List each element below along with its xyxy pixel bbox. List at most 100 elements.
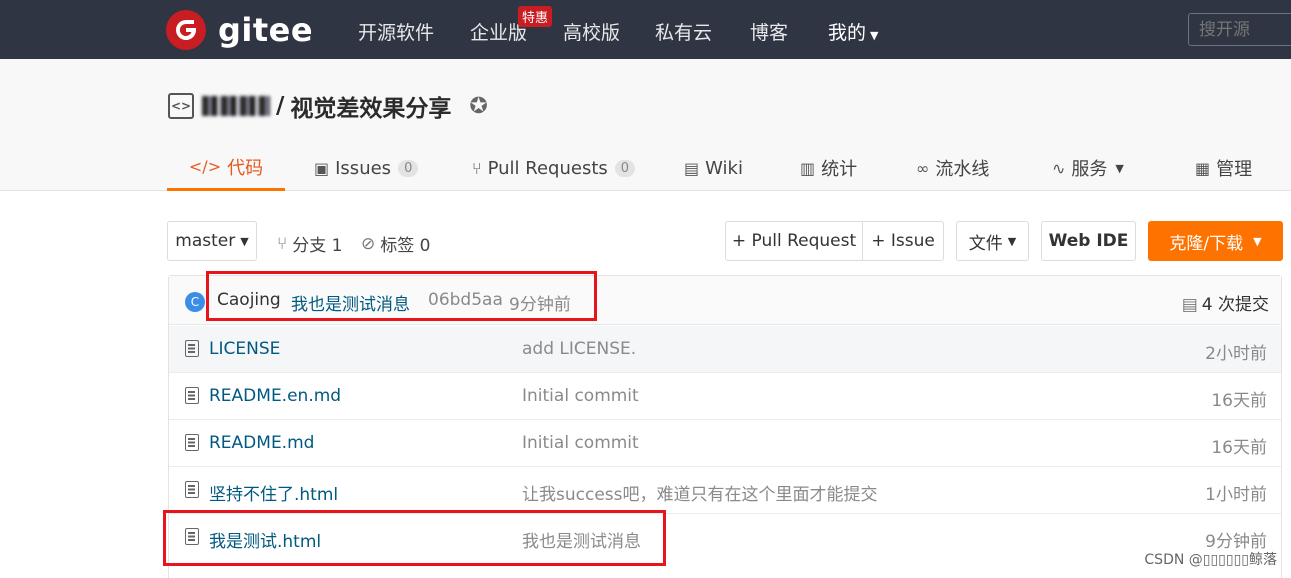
file-icon: [185, 340, 199, 357]
logo-text: gitee: [218, 11, 314, 49]
repo-header: <> / 视觉差效果分享 ✪ </> 代码 ▣ Issues 0 ⑂ Pull …: [0, 59, 1291, 191]
tags-link[interactable]: ⊘ 标签 0: [361, 231, 431, 257]
commit-hash[interactable]: 06bd5aa: [428, 290, 503, 310]
code-icon: </>: [188, 157, 222, 176]
file-commit-time: 1小时前: [1205, 485, 1267, 505]
commit-message[interactable]: 我也是测试消息: [291, 290, 410, 315]
tab-issues[interactable]: ▣ Issues 0: [314, 145, 419, 191]
file-name[interactable]: 坚持不住了.html: [209, 480, 338, 505]
file-menu-button[interactable]: 文件 ▼: [956, 221, 1029, 261]
repo-title: <> / 视觉差效果分享 ✪: [168, 89, 488, 123]
commit-author[interactable]: Caojing: [217, 290, 281, 310]
file-name[interactable]: LICENSE: [209, 339, 280, 359]
repo-name[interactable]: 视觉差效果分享: [290, 89, 451, 123]
chevron-down-icon: ▼: [240, 234, 249, 248]
clone-download-label: 克隆/下载: [1169, 233, 1244, 254]
nav-blog[interactable]: 博客: [750, 18, 788, 45]
file-commit-time: 16天前: [1211, 438, 1267, 458]
new-pull-request-button[interactable]: + Pull Request: [725, 221, 863, 261]
branch-select[interactable]: master ▼: [167, 221, 257, 261]
web-ide-button[interactable]: Web IDE: [1041, 221, 1136, 261]
tab-pipeline-label: 流水线: [935, 159, 990, 180]
file-name[interactable]: README.md: [209, 433, 314, 453]
promo-badge: 特惠: [518, 6, 553, 27]
file-name[interactable]: 我是测试.html: [209, 527, 321, 552]
branches-label: 分支 1: [292, 236, 343, 256]
gitee-logo[interactable]: gitee: [166, 10, 313, 50]
tab-manage[interactable]: ▦ 管理: [1195, 145, 1252, 191]
recommend-badge-icon[interactable]: ✪: [469, 94, 487, 119]
file-commit-message[interactable]: add LICENSE.: [522, 339, 636, 359]
file-icon: [185, 434, 199, 451]
chevron-down-icon: ▼: [870, 29, 879, 42]
new-issue-button[interactable]: + Issue: [862, 221, 944, 261]
commit-count-link[interactable]: ▤ 4 次提交: [1182, 290, 1269, 315]
file-commit-message[interactable]: 让我success吧，难道只有在这个里面才能提交: [522, 480, 878, 505]
nav-mine[interactable]: 我的 ▼: [828, 18, 878, 45]
commits-icon: ▤: [1181, 295, 1198, 315]
tab-pull-requests[interactable]: ⑂ Pull Requests 0: [472, 145, 636, 191]
file-icon: [185, 481, 199, 498]
pull-requests-count: 0: [614, 159, 636, 177]
nav-mine-label: 我的: [828, 22, 867, 44]
repo-separator: /: [276, 93, 285, 119]
owner-name-redacted[interactable]: [202, 96, 270, 116]
wiki-icon: ▤: [684, 158, 700, 178]
csdn-watermark: CSDN @▯▯▯▯▯▯鲸落: [1144, 552, 1277, 568]
branch-select-label: master: [175, 231, 236, 251]
top-navbar: gitee 开源软件 企业版 特惠 高校版 私有云 博客 我的 ▼: [0, 0, 1291, 59]
chevron-down-icon: ▼: [1115, 161, 1124, 175]
file-commit-message[interactable]: Initial commit: [522, 386, 639, 406]
service-icon: ∿: [1052, 158, 1066, 178]
branch-icon: ⑂: [277, 233, 288, 254]
avatar[interactable]: C: [185, 292, 205, 312]
commit-count: 4 次提交: [1201, 295, 1269, 315]
table-row[interactable]: README.en.md Initial commit 16天前: [169, 373, 1281, 420]
tag-icon: ⊘: [361, 233, 376, 254]
tab-pull-requests-label: Pull Requests: [487, 157, 608, 179]
tab-wiki-label: Wiki: [705, 157, 743, 179]
search-input[interactable]: [1188, 13, 1291, 46]
table-row[interactable]: README.md Initial commit 16天前: [169, 420, 1281, 467]
file-icon: [185, 387, 199, 404]
tab-wiki[interactable]: ▤ Wiki: [684, 145, 743, 191]
tags-label: 标签 0: [380, 236, 431, 256]
file-commit-message[interactable]: 我也是测试消息: [522, 527, 641, 552]
manage-icon: ▦: [1195, 158, 1211, 178]
latest-commit-row: C Caojing 我也是测试消息 06bd5aa 9分钟前 ▤ 4 次提交: [169, 276, 1281, 325]
nav-private-cloud[interactable]: 私有云: [655, 18, 712, 45]
chevron-down-icon: ▼: [1007, 234, 1017, 248]
gitee-logo-icon: [166, 10, 206, 50]
tab-issues-label: Issues: [335, 157, 392, 179]
file-icon: [185, 528, 199, 545]
nav-open-source[interactable]: 开源软件: [358, 18, 434, 45]
table-row[interactable]: 我是测试.html 我也是测试消息 9分钟前: [169, 514, 1281, 561]
issues-count: 0: [398, 159, 419, 177]
tab-stats[interactable]: ▥ 统计: [800, 145, 857, 191]
table-row[interactable]: 坚持不住了.html 让我success吧，难道只有在这个里面才能提交 1小时前: [169, 467, 1281, 514]
nav-university[interactable]: 高校版: [563, 18, 620, 45]
file-commit-message[interactable]: Initial commit: [522, 433, 639, 453]
branches-link[interactable]: ⑂ 分支 1: [277, 231, 343, 257]
pull-request-icon: ⑂: [472, 158, 482, 178]
repo-code-icon: <>: [168, 93, 194, 119]
clone-download-button[interactable]: 克隆/下载 ▼: [1148, 221, 1283, 261]
table-row[interactable]: LICENSE add LICENSE. 2小时前: [169, 326, 1281, 373]
tab-service-label: 服务: [1071, 159, 1108, 180]
file-list: C Caojing 我也是测试消息 06bd5aa 9分钟前 ▤ 4 次提交 LI…: [168, 275, 1282, 578]
file-commit-time: 16天前: [1211, 391, 1267, 411]
tab-code[interactable]: </> 代码: [167, 145, 285, 191]
tab-code-label: 代码: [227, 157, 264, 179]
file-name[interactable]: README.en.md: [209, 386, 341, 406]
stats-icon: ▥: [800, 158, 816, 178]
file-commit-time: 2小时前: [1205, 344, 1267, 364]
tab-service[interactable]: ∿ 服务 ▼: [1052, 145, 1124, 191]
commit-time: 9分钟前: [509, 295, 571, 315]
chevron-down-icon: ▼: [1253, 234, 1262, 248]
tab-manage-label: 管理: [1216, 159, 1253, 180]
tab-stats-label: 统计: [821, 159, 858, 180]
file-menu-label: 文件: [968, 233, 1003, 254]
tab-pipeline[interactable]: ∞ 流水线: [916, 145, 989, 191]
issues-icon: ▣: [314, 158, 330, 178]
pipeline-icon: ∞: [916, 158, 930, 178]
